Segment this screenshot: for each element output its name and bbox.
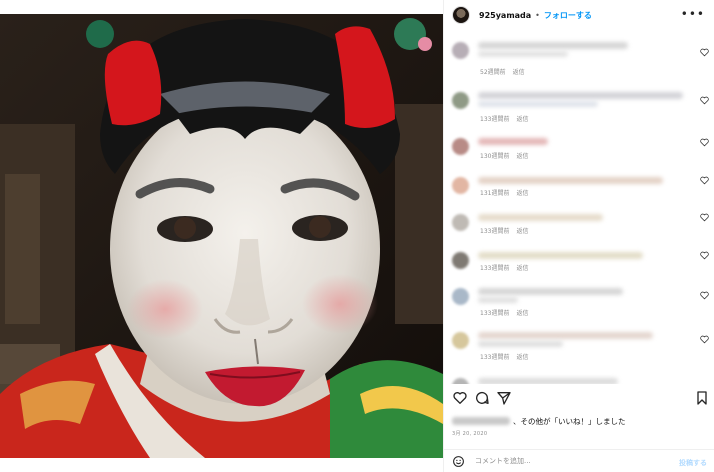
comment-meta: 133週間前 返信 (480, 352, 535, 361)
follow-button[interactable]: フォローする (544, 10, 592, 21)
comment-age: 133週間前 (480, 310, 510, 317)
comment-meta: 133週間前 返信 (480, 226, 535, 235)
comment-text-blurred (478, 341, 563, 347)
commenter-avatar[interactable] (452, 252, 469, 269)
comment-age: 133週間前 (480, 228, 510, 235)
comment-item: 131週間前 返信 (444, 169, 714, 209)
instagram-post-view: 925yamada • フォローする ••• 52週間前 返信 133週間前 返信 (0, 0, 714, 472)
commenter-avatar[interactable] (452, 177, 469, 194)
comment-meta: 133週間前 返信 (480, 308, 535, 317)
comment-text-blurred (478, 332, 653, 339)
post-date: 3月 20, 2020 (452, 431, 488, 437)
comment-text-blurred (478, 252, 643, 259)
likes-summary: 、その他が「いいね！」しました (452, 415, 714, 427)
like-comment-heart-icon[interactable] (700, 138, 709, 147)
post-comment-button[interactable]: 投稿する (679, 458, 707, 468)
comment-text-blurred (478, 42, 628, 49)
comment-text-blurred (478, 378, 618, 384)
more-icon[interactable]: ••• (681, 7, 705, 21)
reply-link[interactable]: 返信 (516, 228, 528, 235)
reply-link[interactable]: 返信 (516, 190, 528, 197)
comment-text-blurred (478, 138, 548, 145)
like-comment-heart-icon[interactable] (700, 48, 709, 57)
comment-input[interactable]: コメントを追加... (475, 456, 531, 466)
comment-text-blurred (478, 177, 663, 184)
reply-link[interactable]: 返信 (513, 69, 525, 76)
comment-meta: 130週間前 返信 (480, 151, 535, 160)
commenter-avatar[interactable] (452, 214, 469, 231)
separator-dot: • (535, 10, 540, 20)
comment-item: 133週間前 返信 (444, 280, 714, 320)
comment-age: 133週間前 (480, 354, 510, 361)
reply-link[interactable]: 返信 (516, 354, 528, 361)
photo-top-border (0, 0, 443, 14)
comment-meta: 52週間前 返信 (480, 67, 532, 76)
comment-text-blurred (478, 51, 568, 57)
post-header: 925yamada • フォローする ••• (444, 0, 714, 30)
save-bookmark-icon[interactable] (694, 390, 710, 406)
commenter-avatar[interactable] (452, 332, 469, 349)
comment-item: 133週間前 返信 (444, 324, 714, 364)
comment-age: 133週間前 (480, 116, 510, 123)
comment-meta: 133週間前 返信 (480, 114, 535, 123)
commenter-avatar[interactable] (452, 138, 469, 155)
comment-age: 133週間前 (480, 265, 510, 272)
comment-text-blurred (478, 297, 518, 303)
commenter-avatar[interactable] (452, 42, 469, 59)
add-comment-bar: コメントを追加... 投稿する (444, 449, 714, 472)
commenter-avatar[interactable] (452, 92, 469, 109)
comment-text-blurred (478, 214, 603, 221)
comment-item: 133週間前 返信 (444, 244, 714, 284)
emoji-smile-icon[interactable] (452, 455, 465, 468)
username-link[interactable]: 925yamada (479, 11, 531, 20)
comment-item: 133週間前 返信 (444, 84, 714, 124)
like-comment-heart-icon[interactable] (700, 96, 709, 105)
like-comment-heart-icon[interactable] (700, 213, 709, 222)
post-actions (444, 390, 714, 410)
avatar[interactable] (452, 6, 470, 24)
comment-age: 131週間前 (480, 190, 510, 197)
reply-link[interactable]: 返信 (516, 265, 528, 272)
comment-text-blurred (478, 101, 598, 107)
like-comment-heart-icon[interactable] (700, 291, 709, 300)
commenter-avatar[interactable] (452, 288, 469, 305)
comment-text-blurred (478, 92, 683, 99)
reply-link[interactable]: 返信 (516, 310, 528, 317)
comments-list[interactable]: 52週間前 返信 133週間前 返信 130週間前 返信 131週間前 返信 1… (444, 34, 714, 384)
comment-item: 133週間前 返信 (444, 206, 714, 246)
comment-meta: 131週間前 返信 (480, 188, 535, 197)
comment-meta: 133週間前 返信 (480, 263, 535, 272)
comment-age: 52週間前 (480, 69, 506, 76)
photo-bottom-border (0, 458, 443, 472)
comment-item: 130週間前 返信 (444, 130, 714, 170)
likes-text[interactable]: 、その他が「いいね！」しました (513, 416, 626, 427)
like-comment-heart-icon[interactable] (700, 335, 709, 344)
share-paper-plane-icon[interactable] (496, 390, 512, 406)
post-sidebar: 925yamada • フォローする ••• 52週間前 返信 133週間前 返信 (443, 0, 714, 472)
reply-link[interactable]: 返信 (516, 153, 528, 160)
commenter-avatar[interactable] (452, 378, 469, 384)
post-photo[interactable] (0, 14, 443, 458)
comment-age: 130週間前 (480, 153, 510, 160)
liker-name-blurred[interactable] (452, 417, 510, 425)
face-photo-illustration (0, 14, 443, 458)
comment-item: 52週間前 返信 (444, 34, 714, 76)
comment-text-blurred (478, 288, 623, 295)
comment-bubble-icon[interactable] (474, 390, 490, 406)
like-comment-heart-icon[interactable] (700, 176, 709, 185)
reply-link[interactable]: 返信 (516, 116, 528, 123)
like-heart-icon[interactable] (452, 390, 468, 406)
like-comment-heart-icon[interactable] (700, 251, 709, 260)
comment-item (444, 370, 714, 384)
